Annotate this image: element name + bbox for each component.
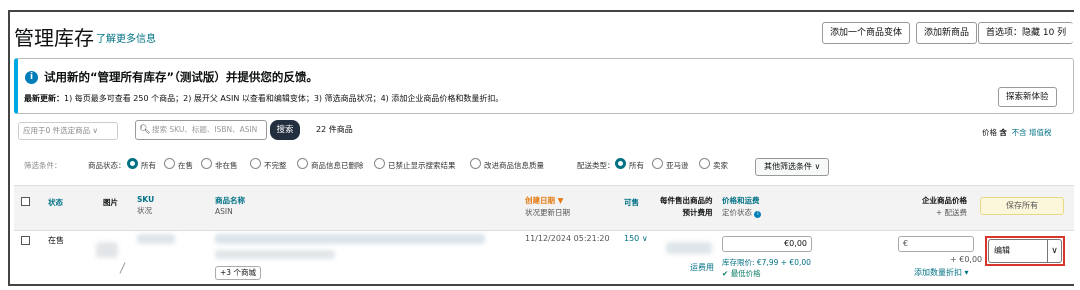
chevron-down-icon: ∨ [1047,240,1061,262]
status-radio-all[interactable] [127,158,138,169]
col-status[interactable]: 状态 [48,197,63,208]
info-icon: i [754,211,762,218]
col-price[interactable]: 价格和运费定价状态 i [722,195,762,218]
col-sku-sub: 状况 [137,206,152,215]
status-option-incomplete: 不完整 [264,161,287,170]
business-price-prefix: € [903,239,909,248]
col-fee-line1: 每件售出商品的 [660,196,713,205]
row-available-value: 150 [624,234,640,243]
edit-action-label: 编辑 [994,246,1010,255]
col-fee: 每件售出商品的预计费用 [660,195,713,218]
more-filters-button[interactable]: 其他筛选条件 ∨ [755,158,830,176]
col-sku[interactable]: SKU 状况 [137,195,154,216]
fulfill-option-amazon: 亚马逊 [666,161,689,170]
price-input[interactable]: €0,00 [722,236,812,252]
fulfill-filter-label: 配送类型： [577,161,615,170]
status-radio-quality[interactable] [470,158,481,169]
search-button[interactable]: 搜索 [270,120,300,140]
status-radio-inactive[interactable] [201,158,212,169]
more-marketplaces-button[interactable]: +3 个商城 [215,266,261,280]
fulfill-option-all: 所有 [629,161,644,170]
fulfill-option-merchant: 卖家 [713,161,728,170]
row-fee [666,242,712,254]
row-asin [215,250,335,259]
banner-headline: 试用新的“管理所有库存”（测试版）并提供您的反馈。 [44,70,318,84]
business-shipping: + €0,00 [950,255,983,264]
fulfill-radio-merchant[interactable] [699,158,710,169]
tax-label: 价格 [982,128,997,137]
row-divider-mark [119,262,126,274]
lowest-price-label: 最低价格 [730,269,761,278]
filter-label: 筛选条件： [24,161,62,170]
fulfill-radio-amazon[interactable] [652,158,663,169]
add-product-button[interactable]: 添加新商品 [916,22,978,44]
select-all-checkbox[interactable] [21,197,30,206]
search-icon: 🔍︎ [139,125,151,135]
inventory-page: 管理库存 了解更多信息 添加一个商品变体 添加新商品 首选项：隐藏 10 列 i… [8,10,1074,286]
learn-more-link[interactable]: 了解更多信息 [96,30,156,45]
col-created-label: 创建日期 ▼ [525,196,564,205]
row-title[interactable] [215,234,485,244]
row-available[interactable]: 150 ∨ [624,234,648,243]
banner-update-text: 1) 每页最多可查看 250 个商品；2) 展开父 ASIN 以查看和编辑变体；… [64,94,504,103]
row-sku[interactable] [137,234,175,244]
status-option-active: 在售 [178,161,193,170]
bulk-action-label: 应用于0 件选定商品 [23,126,91,135]
fulfill-radio-all[interactable] [615,158,626,169]
col-fee-line2: 预计费用 [682,208,713,217]
price-note[interactable]: 库存限价: €7,99 + €0,00 [722,257,811,268]
page-title: 管理库存 [14,26,94,50]
add-variant-button[interactable]: 添加一个商品变体 [822,22,911,44]
status-radio-suppressed[interactable] [374,158,385,169]
status-option-suppressed: 已禁止显示搜索结果 [388,161,456,170]
status-option-quality: 改进商品信息质量 [484,161,544,170]
price-input-value: €0,00 [784,239,807,248]
chevron-down-icon: ∨ [92,126,99,135]
status-radio-incomplete[interactable] [250,158,261,169]
item-count: 22 件商品 [316,125,353,134]
col-business-label: 企业商品价格 [922,196,967,205]
info-icon: i [25,71,38,84]
fee-tag[interactable]: 运费用 [690,262,714,273]
add-quantity-discount-link[interactable]: 添加数量折扣 ▾ [914,267,969,278]
save-all-button[interactable]: 保存所有 [980,197,1064,215]
col-name-label: 商品名称 [215,196,245,205]
col-created[interactable]: 创建日期 ▼ 状况更新日期 [525,195,570,218]
check-icon: ✔ [722,269,729,278]
row-status: 在售 [48,236,64,245]
chevron-down-icon: ∨ [641,234,648,243]
col-available[interactable]: 可售 [624,197,639,208]
row-checkbox[interactable] [21,236,30,245]
col-created-sub: 状况更新日期 [525,208,570,217]
col-price-label: 价格和运费 [722,196,760,205]
status-radio-active[interactable] [164,158,175,169]
edit-action-select[interactable]: 编辑 ∨ [988,239,1062,263]
status-radio-deleted[interactable] [297,158,308,169]
tax-excl-option[interactable]: 不含 增值税 [1012,128,1052,137]
status-option-all: 所有 [141,161,156,170]
banner-update-label: 最新更新： [24,94,64,103]
col-business-price: 企业商品价格 + 配送费 [922,195,967,218]
row-created: 11/12/2024 05:21:20 [525,234,610,243]
try-new-experience-button[interactable]: 探索新体验 [998,87,1057,107]
col-name[interactable]: 商品名称 ASIN [215,195,245,216]
col-price-sub: 定价状态 i [722,207,762,218]
bulk-action-select[interactable]: 应用于0 件选定商品 ∨ [18,122,118,140]
col-business-sub: + 配送费 [935,208,967,217]
search-input[interactable]: 搜索 SKU、标题、ISBN、ASIN [135,120,267,140]
col-image: 图片 [103,198,118,207]
preferences-button[interactable]: 首选项：隐藏 10 列 [978,22,1074,44]
product-image[interactable] [96,242,118,258]
status-filter-label: 商品状态： [88,161,126,170]
status-option-deleted: 商品信息已删除 [311,161,364,170]
col-sku-label: SKU [137,195,155,204]
tax-incl-option[interactable]: 含 [999,128,1007,137]
lowest-price-badge: ✔ 最低价格 [722,268,761,279]
beta-banner: i 试用新的“管理所有库存”（测试版）并提供您的反馈。 最新更新：1) 每页最多… [14,58,1074,114]
status-option-inactive: 非在售 [215,161,238,170]
col-name-sub: ASIN [215,207,233,216]
banner-update: 最新更新：1) 每页最多可查看 250 个商品；2) 展开父 ASIN 以查看和… [24,93,503,104]
tax-toggle[interactable]: 价格 含 不含 增值税 [982,127,1052,138]
business-price-input[interactable]: € [898,236,974,252]
